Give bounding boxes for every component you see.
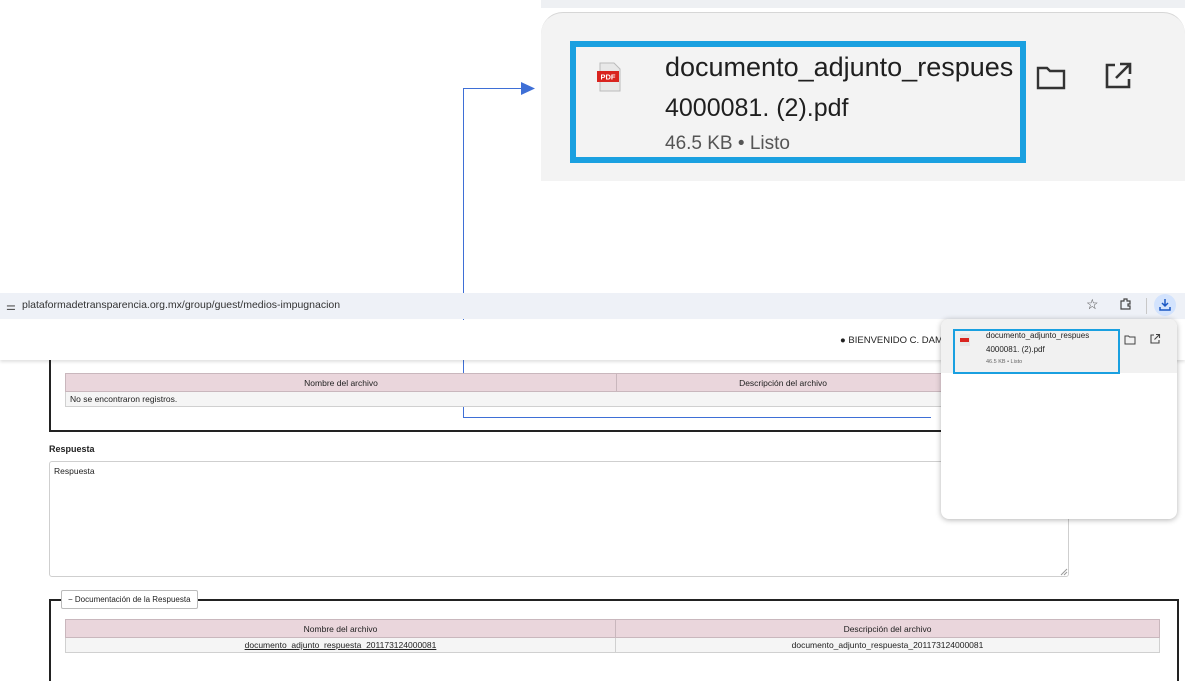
user-icon: ● [840, 335, 846, 346]
column-header: Descripción del archivo [616, 373, 950, 392]
bookmark-star-icon[interactable]: ☆ [1086, 296, 1099, 313]
url-text[interactable]: plataformadetransparencia.org.mx/group/g… [22, 299, 340, 311]
folder-icon[interactable] [1124, 334, 1136, 345]
respuesta-label: Respuesta [49, 444, 95, 454]
file-link[interactable]: documento_adjunto_respuesta_201173124000… [65, 637, 616, 653]
respuesta-textarea[interactable]: Respuesta [49, 461, 1069, 577]
download-highlight-box [953, 329, 1120, 374]
connector-arrowhead-icon [521, 82, 535, 95]
toolbar-separator [1146, 298, 1147, 314]
zoom-top-strip [541, 0, 1185, 8]
column-header: Nombre del archivo [65, 619, 616, 638]
file-description: documento_adjunto_respuesta_201173124000… [615, 637, 1160, 653]
column-header: Nombre del archivo [65, 373, 617, 392]
downloads-button[interactable] [1154, 294, 1176, 316]
collapse-documentacion-button[interactable]: − Documentación de la Respuesta [61, 590, 198, 609]
attachments-table: Nombre del archivo Descripción del archi… [65, 373, 950, 407]
open-external-icon[interactable] [1149, 333, 1161, 345]
welcome-text: ● BIENVENIDO C. DAM [840, 335, 943, 346]
table-row: documento_adjunto_respuesta_201173124000… [65, 637, 1160, 653]
resize-handle-icon[interactable] [1060, 568, 1068, 576]
welcome-label: BIENVENIDO C. DAM [848, 335, 943, 346]
empty-message: No se encontraron registros. [65, 391, 950, 407]
column-header: Descripción del archivo [615, 619, 1160, 638]
open-external-icon[interactable] [1102, 60, 1134, 92]
extensions-icon[interactable] [1119, 297, 1133, 311]
folder-icon[interactable] [1035, 62, 1067, 92]
connector-top [463, 88, 523, 89]
download-icon [1159, 299, 1171, 311]
documentacion-table: Nombre del archivo Descripción del archi… [65, 619, 1160, 653]
zoom-highlight-box [570, 41, 1026, 163]
site-info-icon[interactable]: ⚌ [6, 300, 16, 313]
